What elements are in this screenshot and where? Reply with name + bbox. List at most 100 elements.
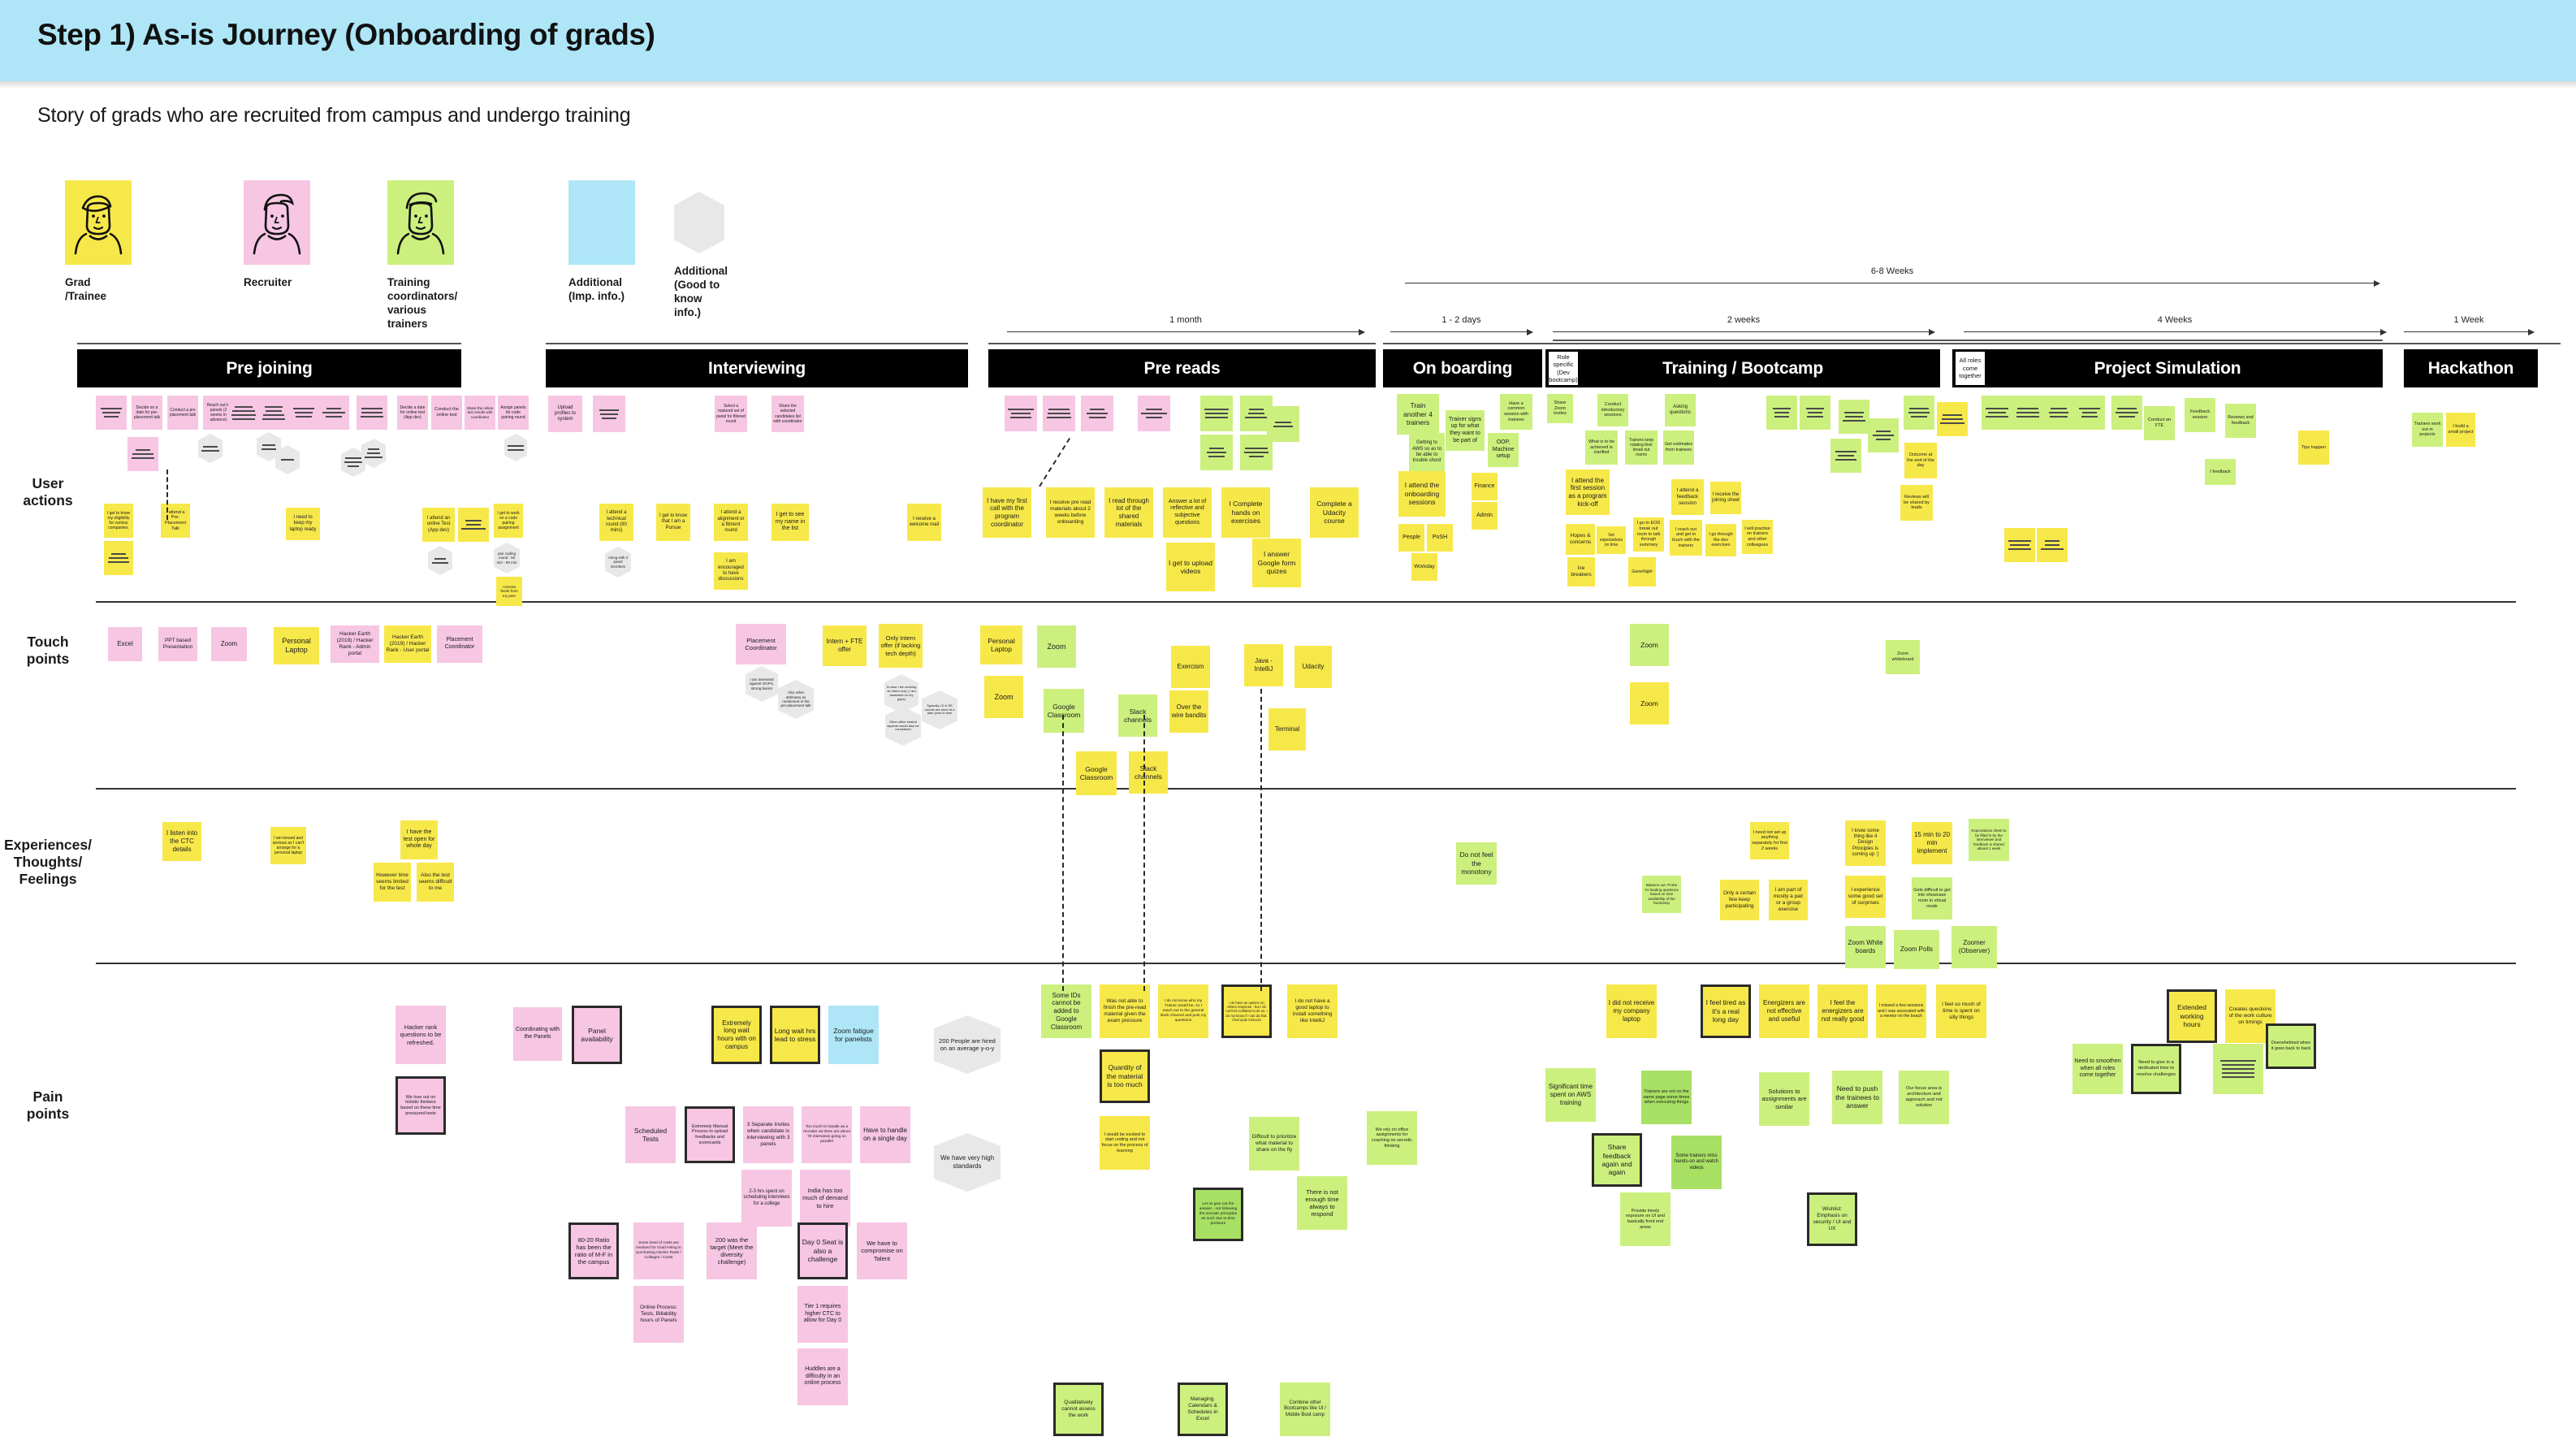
- sticky-note-user-actions[interactable]: I attend a feedback session: [1671, 479, 1704, 515]
- sticky-note-pain-points[interactable]: Extremely Manual Process to upload feedb…: [685, 1106, 735, 1163]
- sticky-note-user-actions[interactable]: I go to EOD break out room to talk throu…: [1633, 517, 1664, 552]
- sticky-note-user-actions[interactable]: I reach out and get in touch with the tr…: [1670, 520, 1702, 556]
- sticky-note-user-actions[interactable]: I attend a alignment or a fitment round: [714, 504, 748, 541]
- sticky-note-user-actions[interactable]: I answer Google form quizes: [1252, 539, 1301, 587]
- sticky-note-user-actions[interactable]: Get estimates from trainees: [1663, 431, 1694, 465]
- sticky-note-touch-points[interactable]: Exercism: [1171, 646, 1210, 688]
- sticky-note-pain-points[interactable]: Online Process: Tests, Billability hours…: [633, 1286, 684, 1343]
- sticky-note-experiences[interactable]: Expectations sheet to be filled in by th…: [1969, 819, 2009, 861]
- sticky-note-pain-points[interactable]: Need to smoothen when all roles come tog…: [2072, 1044, 2123, 1094]
- sticky-note-user-actions[interactable]: Reviews will be shared by leads: [1900, 485, 1933, 521]
- sticky-note-pain-points[interactable]: I would be excited to start coding and n…: [1100, 1116, 1150, 1170]
- sticky-note-touch-points[interactable]: Excel: [108, 627, 142, 661]
- phase-header-pre-reads[interactable]: Pre reads: [988, 349, 1376, 387]
- sticky-note-touch-points[interactable]: Personal Laptop: [274, 627, 319, 664]
- sticky-note-experiences[interactable]: Only a certain few keep participating: [1720, 880, 1759, 920]
- sticky-note-pain-points[interactable]: Qualitatively cannot assess the work: [1053, 1383, 1104, 1436]
- sticky-note-user-actions[interactable]: GameNight: [1628, 557, 1656, 586]
- sticky-note-pain-points[interactable]: Significant time spent on AWS training: [1545, 1068, 1596, 1122]
- sticky-note-pain-points[interactable]: Need to give in a dedicated time to reso…: [2131, 1044, 2181, 1094]
- sticky-note-user-actions[interactable]: I read through lot of the shared materia…: [1104, 487, 1153, 538]
- sticky-note-touch-points[interactable]: Zoom: [211, 627, 247, 661]
- sticky-note-pain-points[interactable]: Panel availability: [572, 1006, 622, 1064]
- sticky-note-pain-points[interactable]: I do not know who my Trainer would be, s…: [1158, 984, 1208, 1038]
- sticky-note-pain-points[interactable]: Let us give out the answer - not followi…: [1193, 1188, 1243, 1241]
- sticky-note-pain-points[interactable]: Wishlist: Emphasis on security / UI and …: [1807, 1192, 1857, 1246]
- sticky-note-pain-points[interactable]: Was not able to finish the pre-read mate…: [1100, 984, 1150, 1038]
- sticky-note-user-actions[interactable]: People: [1398, 524, 1424, 552]
- sticky-note-touch-points[interactable]: Also other attributes as mentioned in th…: [778, 680, 814, 719]
- sticky-note-user-actions[interactable]: [96, 396, 127, 430]
- sticky-note-user-actions[interactable]: Set expectations on time: [1597, 526, 1626, 554]
- sticky-note-user-actions[interactable]: [198, 434, 223, 463]
- sticky-note-experiences[interactable]: I experience some good set of surprises: [1845, 876, 1886, 918]
- sticky-note-touch-points[interactable]: Typically LD & SE rounds are done at a l…: [922, 690, 957, 729]
- sticky-note-user-actions[interactable]: [1138, 396, 1170, 431]
- sticky-note-user-actions[interactable]: [1868, 418, 1899, 452]
- sticky-note-user-actions[interactable]: pair coding round : 60 min - 90 min: [494, 543, 520, 573]
- sticky-note-user-actions[interactable]: [2012, 396, 2043, 430]
- sticky-note-user-actions[interactable]: What is to be achieved is clarified: [1585, 431, 1618, 465]
- sticky-note-user-actions[interactable]: Conduct a pre placement talk: [167, 396, 198, 430]
- sticky-note-experiences[interactable]: I listen into the CTC details: [162, 822, 201, 861]
- phase-header-interviewing[interactable]: Interviewing: [546, 349, 968, 387]
- sticky-note-touch-points[interactable]: Java - IntelliJ: [1244, 644, 1283, 686]
- sticky-note-pain-points[interactable]: Have to handle on a single day: [860, 1106, 910, 1163]
- sticky-note-user-actions[interactable]: [288, 396, 319, 430]
- sticky-note-user-actions[interactable]: I get to upload videos: [1166, 543, 1215, 591]
- sticky-note-user-actions[interactable]: [1005, 396, 1037, 431]
- sticky-note-touch-points[interactable]: In case I am working as Intern only ( I …: [884, 674, 918, 713]
- sticky-note-pain-points[interactable]: Extended working hours: [2167, 989, 2217, 1043]
- sticky-note-pain-points[interactable]: Provide timely exposure on UI and basica…: [1620, 1192, 1671, 1246]
- sticky-note-user-actions[interactable]: I Complete hands on exercises: [1221, 487, 1270, 538]
- sticky-note-user-actions[interactable]: Along with 2 panel members: [605, 547, 631, 578]
- sticky-note-pain-points[interactable]: We lose out on holistic thinkers based o…: [395, 1076, 446, 1135]
- sticky-note-experiences[interactable]: Zoom Polls: [1894, 930, 1939, 969]
- sticky-note-pain-points[interactable]: Quantity of the material is too much: [1100, 1049, 1150, 1103]
- sticky-note-touch-points[interactable]: Hacker Earth (2019) / Hacker Rank - User…: [384, 625, 431, 663]
- sticky-note-experiences[interactable]: However time seems limited for the test: [374, 863, 411, 902]
- sticky-note-pain-points[interactable]: 80-20 Ratio has been the ratio of M-F in…: [568, 1222, 619, 1279]
- sticky-note-user-actions[interactable]: Share the selected candidates list with …: [772, 396, 804, 432]
- sticky-note-user-actions[interactable]: [1904, 396, 1934, 430]
- sticky-note-pain-points[interactable]: Energizers are not effective and usefiul: [1759, 984, 1809, 1038]
- sticky-note-pain-points[interactable]: We rely on office assignments for coachi…: [1367, 1111, 1417, 1165]
- sticky-note-user-actions[interactable]: I go through the dev exercises: [1705, 524, 1736, 556]
- sticky-note-user-actions[interactable]: [428, 546, 452, 575]
- sticky-note-user-actions[interactable]: [2111, 396, 2142, 430]
- sticky-note-user-actions[interactable]: I build a small project: [2446, 413, 2475, 447]
- sticky-note-user-actions[interactable]: Ice breakers: [1567, 557, 1595, 586]
- sticky-note-user-actions[interactable]: I attend a Pre-Placement Talk: [161, 504, 190, 538]
- sticky-note-user-actions[interactable]: Select a matured set of panel for filter…: [715, 396, 747, 432]
- sticky-note-pain-points[interactable]: Long wait hrs lead to stress: [770, 1006, 820, 1064]
- sticky-note-user-actions[interactable]: Workday: [1411, 553, 1437, 581]
- sticky-note-pain-points[interactable]: Zoom fatigue for panelists: [828, 1006, 879, 1064]
- phase-header-hackathon[interactable]: Hackathon: [2404, 349, 2538, 387]
- phase-header-pre-joining[interactable]: Pre joining: [77, 349, 461, 387]
- sticky-note-user-actions[interactable]: [1043, 396, 1075, 431]
- sticky-note-user-actions[interactable]: I attend the onboarding sessions: [1398, 471, 1446, 517]
- sticky-note-touch-points[interactable]: Zoom: [1037, 625, 1076, 668]
- sticky-note-user-actions[interactable]: Decide a date for online test (App dev): [397, 396, 428, 430]
- sticky-note-user-actions[interactable]: [458, 508, 489, 542]
- sticky-note-user-actions[interactable]: Share the online test results with coord…: [465, 396, 495, 430]
- sticky-note-user-actions[interactable]: Trainers keep rotating their break out r…: [1625, 431, 1658, 465]
- sticky-note-pain-points[interactable]: Trainers are not on the same page some t…: [1641, 1071, 1692, 1124]
- sticky-note-user-actions[interactable]: Assign panels for code pairing round: [498, 396, 529, 430]
- sticky-note-user-actions[interactable]: Trainer signs up for what they want to b…: [1446, 410, 1485, 451]
- sticky-note-user-actions[interactable]: Answer a lot of reflective and subjectiv…: [1163, 487, 1212, 538]
- sticky-note-user-actions[interactable]: [1200, 435, 1233, 470]
- phase-header-on-boarding[interactable]: On boarding: [1383, 349, 1542, 387]
- sticky-note-user-actions[interactable]: I attend the first session as a program …: [1566, 470, 1610, 515]
- sticky-note-pain-points[interactable]: We have very high standards: [934, 1133, 1001, 1192]
- sticky-note-pain-points[interactable]: I do not have a good laptop to install s…: [1287, 984, 1338, 1038]
- sticky-note-user-actions[interactable]: [1800, 396, 1830, 430]
- sticky-note-pain-points[interactable]: Need to push the trainees to answer: [1832, 1071, 1882, 1124]
- sticky-note-pain-points[interactable]: Too much to handle as a recruiter as the…: [802, 1106, 852, 1163]
- sticky-note-user-actions[interactable]: Feedback session: [2185, 398, 2215, 432]
- sticky-note-user-actions[interactable]: Getting to AWS so as to be able to troub…: [1409, 433, 1445, 472]
- sticky-note-touch-points[interactable]: Personal Laptop: [980, 625, 1022, 664]
- sticky-note-user-actions[interactable]: Conduct the online test: [431, 396, 462, 430]
- sticky-note-user-actions[interactable]: Train another 4 trainers: [1397, 394, 1439, 435]
- sticky-note-user-actions[interactable]: I feedback: [2205, 459, 2236, 485]
